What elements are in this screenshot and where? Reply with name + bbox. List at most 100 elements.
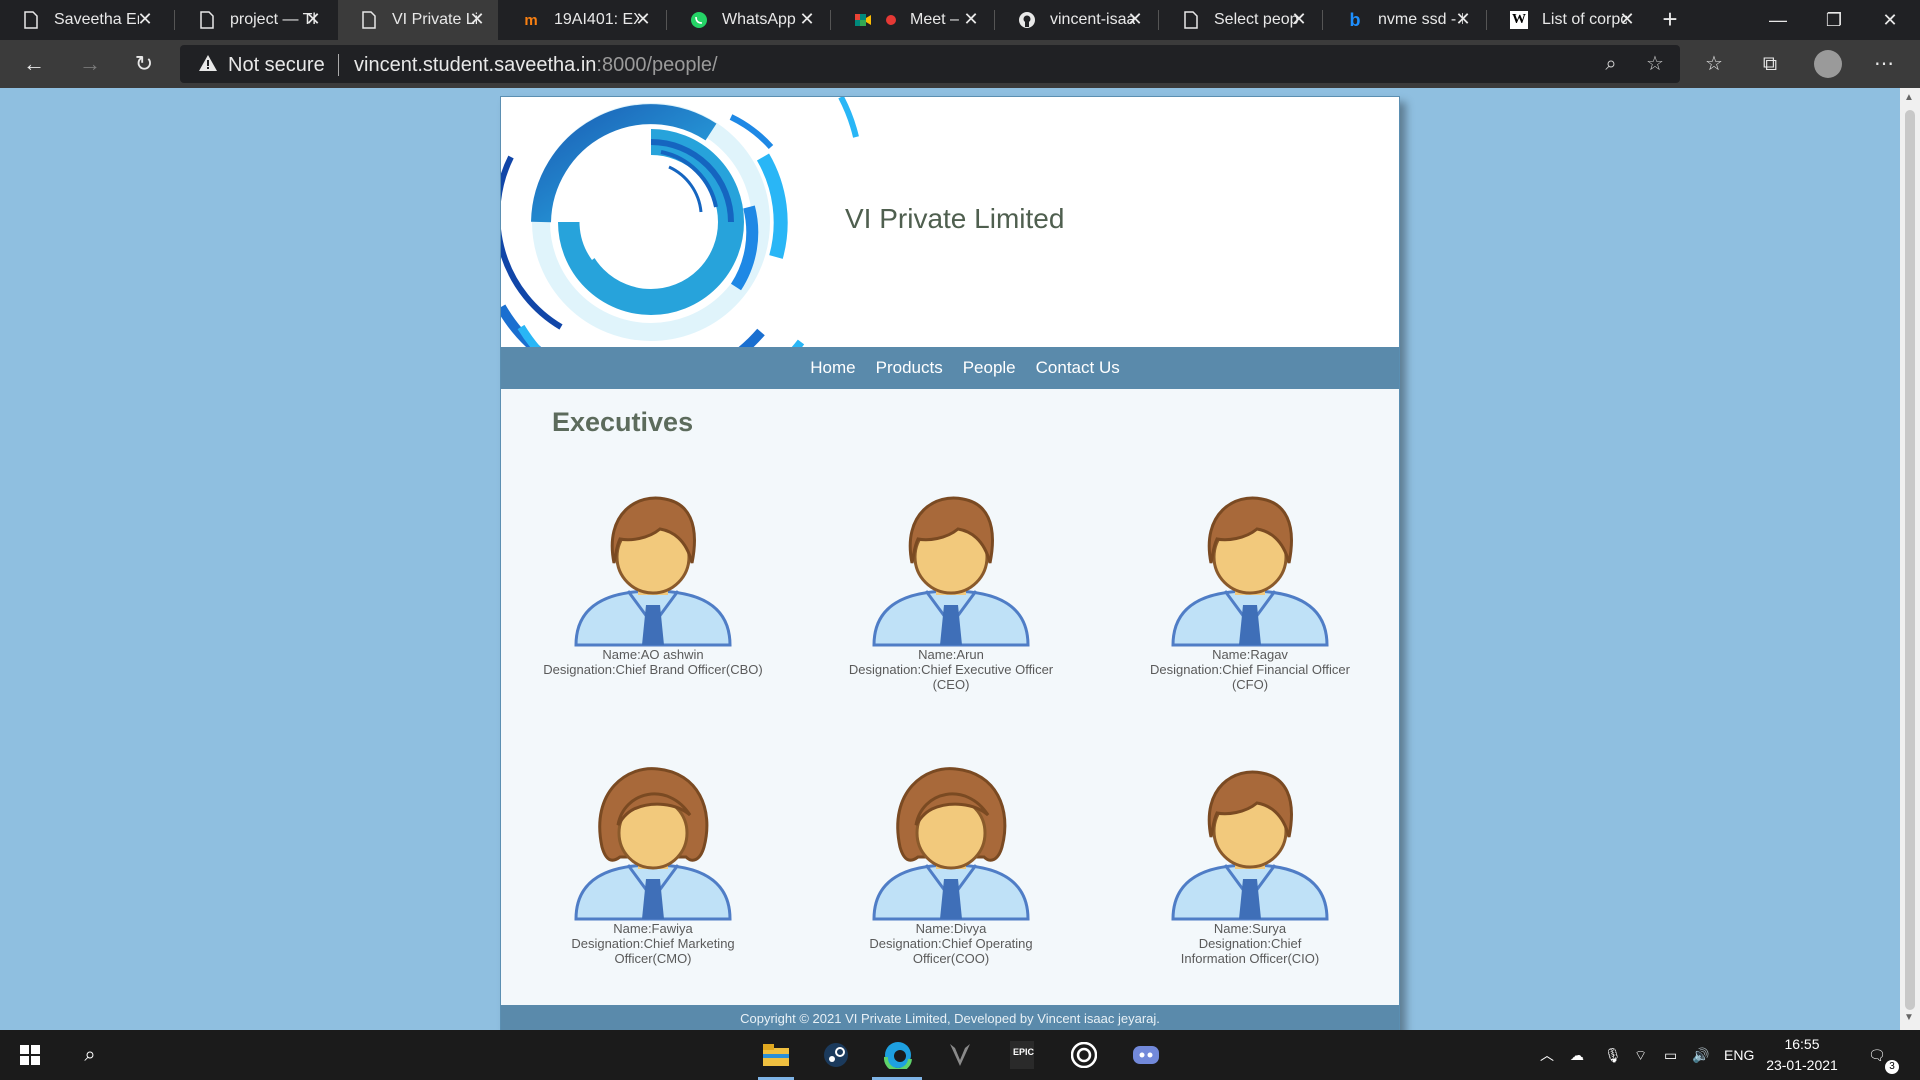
security-label[interactable]: Not secure: [228, 54, 325, 77]
person-card: Name:Arun Designation:Chief Executive Of…: [821, 487, 1081, 692]
collections-icon[interactable]: ⧉: [1754, 48, 1786, 80]
person-name: Name:Surya: [1213, 921, 1287, 936]
close-icon[interactable]: ✕: [798, 10, 816, 28]
person-name: Name:AO ashwin: [602, 647, 704, 662]
page-icon: [198, 11, 216, 29]
profile-avatar[interactable]: [1814, 50, 1842, 78]
minimize-button[interactable]: —: [1750, 0, 1806, 40]
onedrive-icon[interactable]: ☁: [1570, 1030, 1584, 1080]
close-icon[interactable]: ✕: [634, 10, 652, 28]
page-icon: [360, 11, 378, 29]
edge-icon[interactable]: [882, 1039, 914, 1071]
tab-meet[interactable]: Meet – ✕: [832, 0, 992, 40]
close-icon[interactable]: ✕: [1454, 10, 1472, 28]
nav-people[interactable]: People: [963, 347, 1016, 389]
site-container: VI Private Limited Home Products People …: [500, 96, 1400, 1042]
person-card: Name:AO ashwin Designation:Chief Brand O…: [523, 487, 783, 677]
warning-icon: [198, 53, 218, 78]
tab-label: 19AI401: EX: [554, 11, 639, 28]
favorite-star-icon[interactable]: ☆: [1642, 51, 1668, 77]
section-title: Executives: [552, 407, 694, 437]
tab-vi-private[interactable]: VI Private Lir ✕: [338, 0, 498, 40]
back-button[interactable]: ←: [18, 48, 50, 80]
search-icon[interactable]: ⌕: [74, 1039, 106, 1071]
close-icon[interactable]: ✕: [304, 10, 322, 28]
tab-saveetha[interactable]: Saveetha En ✕: [0, 0, 166, 40]
volume-icon[interactable]: 🔊: [1692, 1030, 1709, 1080]
file-explorer-icon[interactable]: [760, 1039, 792, 1071]
browser-toolbar: ← → ↻ Not secure vincent.student.saveeth…: [0, 40, 1920, 88]
person-designation: Designation:Chief Marketing Officer(CMO): [571, 936, 735, 966]
url-text[interactable]: vincent.student.saveetha.in:8000/people/: [354, 54, 718, 77]
page-icon: [1182, 11, 1200, 29]
close-icon[interactable]: ✕: [1618, 10, 1636, 28]
language-indicator[interactable]: ENG: [1724, 1030, 1754, 1080]
nav-home[interactable]: Home: [810, 347, 855, 389]
address-bar[interactable]: Not secure vincent.student.saveetha.in:8…: [180, 45, 1680, 83]
forward-button[interactable]: →: [74, 48, 106, 80]
tab-label: Meet –: [910, 11, 959, 28]
epic-games-icon[interactable]: EPIC: [1006, 1039, 1038, 1071]
wikipedia-icon: W: [1510, 11, 1528, 29]
notification-center-icon[interactable]: 🗨: [1868, 1030, 1886, 1080]
start-button[interactable]: [14, 1039, 46, 1071]
steam-icon[interactable]: [820, 1039, 852, 1071]
battery-icon[interactable]: ▭: [1664, 1030, 1677, 1080]
tab-label: Saveetha En: [54, 11, 139, 28]
tab-wikipedia[interactable]: W List of corpo ✕: [1488, 0, 1648, 40]
person-name: Name:Divya: [915, 921, 987, 936]
person-designation: Designation:Chief Executive Officer (CEO…: [848, 662, 1054, 692]
more-menu-icon[interactable]: ⋯: [1868, 48, 1900, 80]
close-icon[interactable]: ✕: [468, 10, 486, 28]
clock[interactable]: 16:55 23-01-2021: [1760, 1034, 1844, 1076]
tab-label: VI Private Lir: [392, 11, 477, 28]
male-avatar-icon: [1171, 770, 1329, 921]
windows-icon: [20, 1045, 40, 1065]
person-card: Name:Surya Designation:Chief Information…: [1120, 761, 1380, 966]
zoom-icon[interactable]: ⌕: [1598, 51, 1624, 77]
tab-bing[interactable]: b nvme ssd - I ✕: [1324, 0, 1484, 40]
tab-github[interactable]: vincent-isaa ✕: [996, 0, 1156, 40]
new-tab-button[interactable]: +: [1656, 6, 1684, 34]
nav-products[interactable]: Products: [876, 347, 943, 389]
scroll-up-icon[interactable]: ▲: [1904, 92, 1914, 103]
company-logo: [501, 97, 859, 347]
restore-button[interactable]: ❐: [1806, 0, 1862, 40]
tab-label: Select peopl: [1214, 11, 1299, 28]
wifi-icon[interactable]: ⌔: [1634, 1030, 1647, 1080]
site-header: VI Private Limited: [501, 97, 1399, 347]
close-icon[interactable]: ✕: [1290, 10, 1308, 28]
close-icon[interactable]: ✕: [1126, 10, 1144, 28]
close-icon[interactable]: ✕: [962, 10, 980, 28]
bing-icon: b: [1349, 9, 1361, 30]
male-avatar-icon: [872, 496, 1030, 647]
whatsapp-icon: [690, 11, 708, 29]
close-window-button[interactable]: ✕: [1862, 0, 1918, 40]
favorites-icon[interactable]: ☆: [1698, 48, 1730, 80]
chevron-up-icon[interactable]: ︿: [1540, 1030, 1554, 1080]
refresh-button[interactable]: ↻: [128, 48, 160, 80]
person-card: Name:Ragav Designation:Chief Financial O…: [1120, 487, 1380, 692]
male-avatar-icon: [1171, 496, 1329, 647]
discord-icon[interactable]: [1130, 1039, 1162, 1071]
tab-label: vincent-isaa: [1050, 11, 1135, 28]
male-avatar-icon: [574, 496, 732, 647]
company-name: VI Private Limited: [845, 203, 1065, 234]
tab-select-people[interactable]: Select peopl ✕: [1160, 0, 1320, 40]
uplay-icon[interactable]: [1068, 1039, 1100, 1071]
predator-icon[interactable]: [944, 1039, 976, 1071]
tab-moodle[interactable]: m 19AI401: EX ✕: [500, 0, 664, 40]
scroll-down-icon[interactable]: ▼: [1904, 1012, 1914, 1023]
tab-project[interactable]: project — Tl ✕: [176, 0, 334, 40]
person-card: Name:Fawiya Designation:Chief Marketing …: [523, 761, 783, 966]
tab-whatsapp[interactable]: WhatsApp ✕: [668, 0, 828, 40]
scrollbar-thumb[interactable]: [1905, 110, 1915, 1010]
close-icon[interactable]: ✕: [136, 10, 154, 28]
clock-time: 16:55: [1784, 1036, 1820, 1052]
person-name: Name:Ragav: [1212, 647, 1288, 662]
scrollbar[interactable]: ▲ ▼: [1900, 88, 1920, 1030]
person-designation: Designation:Chief Operating Officer(COO): [869, 936, 1033, 966]
person-name: Name:Fawiya: [613, 921, 693, 936]
microphone-icon[interactable]: 🎙: [1604, 1030, 1622, 1080]
nav-contact-us[interactable]: Contact Us: [1036, 347, 1120, 389]
